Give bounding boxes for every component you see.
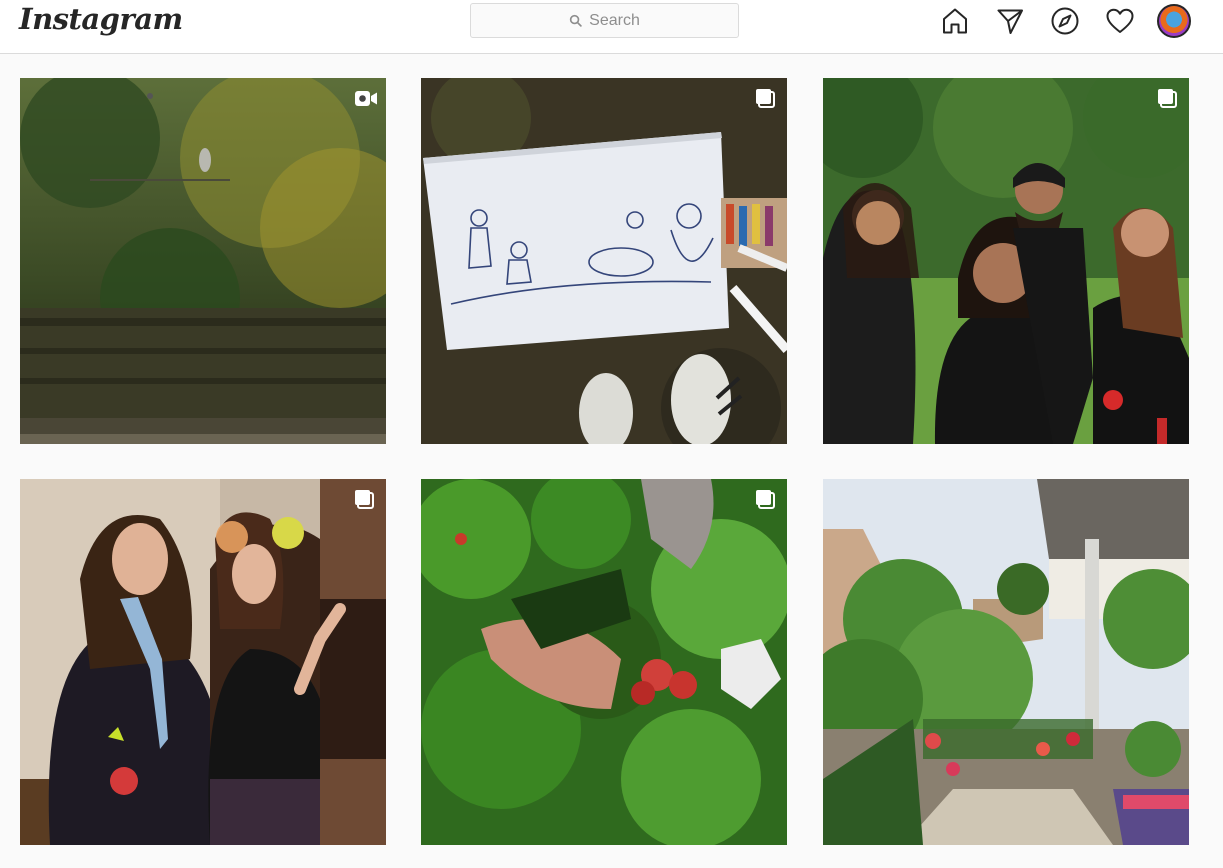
carousel-icon xyxy=(1158,89,1177,108)
direct-messages-button[interactable] xyxy=(993,4,1027,38)
search-placeholder: Search xyxy=(589,11,640,29)
carousel-icon xyxy=(756,490,775,509)
heart-icon xyxy=(1106,8,1134,33)
compass-icon xyxy=(1051,7,1079,35)
post-tile[interactable] xyxy=(421,479,787,845)
post-image xyxy=(421,479,787,845)
activity-button[interactable] xyxy=(1103,4,1137,38)
home-icon xyxy=(943,8,967,34)
avatar[interactable] xyxy=(1157,4,1191,38)
post-tile[interactable] xyxy=(20,78,386,444)
post-tile[interactable] xyxy=(421,78,787,444)
video-icon xyxy=(355,91,377,106)
post-tile[interactable] xyxy=(20,479,386,845)
post-image xyxy=(823,78,1189,444)
top-navigation-bar: Instagram Search xyxy=(0,0,1223,54)
carousel-icon xyxy=(756,89,775,108)
search-input[interactable]: Search xyxy=(470,3,739,38)
post-tile[interactable] xyxy=(823,78,1189,444)
carousel-icon xyxy=(355,490,374,509)
explore-button[interactable] xyxy=(1048,4,1082,38)
post-tile[interactable] xyxy=(823,479,1189,845)
instagram-logo[interactable]: Instagram xyxy=(19,2,183,36)
paper-plane-icon xyxy=(997,9,1023,34)
post-image xyxy=(823,479,1189,845)
post-image xyxy=(20,479,386,845)
post-image xyxy=(20,78,386,444)
home-button[interactable] xyxy=(938,4,972,38)
search-icon xyxy=(569,14,582,27)
post-image xyxy=(421,78,787,444)
